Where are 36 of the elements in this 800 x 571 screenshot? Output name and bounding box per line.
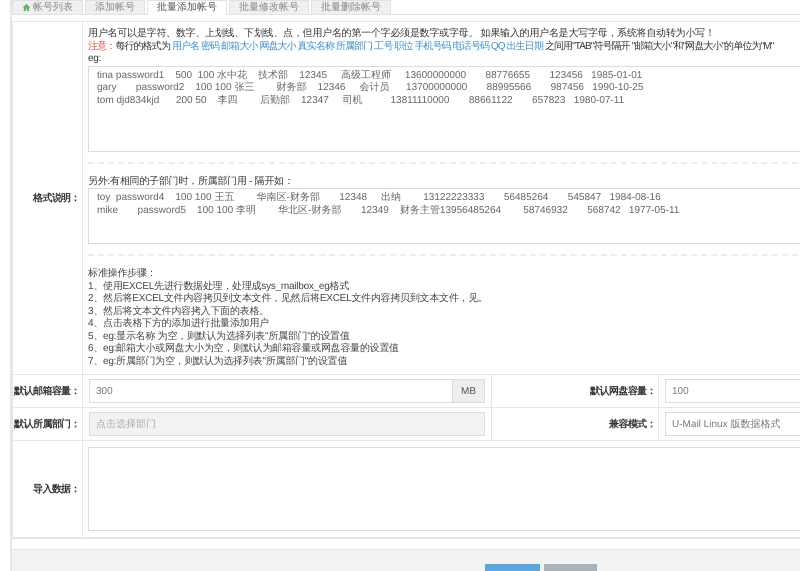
- home-icon: [22, 3, 31, 12]
- field-label: 导入数据：: [13, 441, 83, 538]
- note-text: 之间用"TAB"符号隔开 "邮箱大小"和"网盘大小"的单位为"M": [544, 40, 774, 52]
- tab[interactable]: 帐号列表: [12, 0, 83, 14]
- tab[interactable]: 批量添加帐号: [147, 0, 227, 15]
- step-text: 5、eg:显示名称 为空，则默认为选择列表"所属部门"的设置值: [88, 330, 351, 342]
- step-text: 1、使用EXCEL先进行数据处理，处理成sys_mailbox_eg格式: [88, 280, 350, 292]
- compat-mode-select[interactable]: U-Mail Linux 版数据格式: [665, 412, 800, 436]
- step-text: 7、eg:所属部门为空，则默认为选择列表"所属部门"的设置值: [88, 356, 348, 368]
- tab[interactable]: 批量修改帐号: [229, 0, 309, 14]
- import-textarea[interactable]: [88, 447, 800, 531]
- mail-quota-field[interactable]: 300: [89, 379, 452, 403]
- instruction-text: 另外:有相同的子部门时，所属部门用 - 隔开如：: [88, 176, 295, 188]
- example-textarea: toy password4 100 100 王五 华南区-财务部 12348 出纳 13122223333 56485264 545847 1984-08-16 mike password5 100 100 李明 华北区-财务部 12349 财务主管13956485264 58746932 568742 1977-05-11: [88, 188, 800, 244]
- disk-quota-field[interactable]: 100: [665, 379, 800, 403]
- tab[interactable]: 添加帐号: [85, 0, 145, 14]
- note-label: 注意：: [88, 40, 116, 52]
- field-label: 默认网盘容量：: [491, 375, 659, 408]
- example-label: eg:: [88, 53, 102, 66]
- cancel-button[interactable]: [544, 564, 597, 571]
- tab[interactable]: 批量删除帐号: [311, 0, 391, 14]
- submit-button[interactable]: [485, 564, 540, 571]
- unit-label: MB: [452, 379, 485, 403]
- note-text: 每行的格式为: [115, 40, 170, 52]
- steps-title: 标准操作步骤：: [88, 268, 158, 280]
- field-list: 用户名 密码 邮箱大小 网盘大小 真实名称 所属部门 工号 职位 手机号码 电话号码 QQ 出生日期: [172, 40, 543, 52]
- instruction-text: 用户名可以是字符、数字、上划线、下划线、点，但用户名的第一个字必须是数字或字母。 如果输入的用户名是大写字母，系统将自动转为小写！: [88, 28, 716, 40]
- step-text: 4、点击表格下方的添加进行批量添加用户: [88, 318, 270, 330]
- step-text: 3、然后将文本文件内容拷入下面的表格。: [88, 306, 270, 318]
- field-label: 兼容模式：: [491, 408, 659, 441]
- field-label: 默认所属部门：: [13, 408, 83, 441]
- step-text: 6、eg:邮箱大小或网盘大小为空，则默认为邮箱容量或网盘容量的设置值: [88, 343, 400, 356]
- field-label: 格式说明：: [13, 22, 83, 375]
- example-textarea: tina password1 500 100 水中花 技术部 12345 高级工程师 13600000000 88776655 123456 1985-01-01 gary password2 100 100 张三 财务部 12346 会计员 13700000000 88995566 987456 1990-10-25 tom djd834kjd 200 50 李四 后勤部 12347 司机 13811110000 88661122 657823 1980-07-11: [88, 66, 800, 152]
- step-text: 2、然后将EXCEL文件内容拷贝到文本文件，见然后将EXCEL文件内容拷贝到文本文件，见。: [88, 293, 489, 306]
- field-label: 默认邮箱容量：: [13, 375, 83, 408]
